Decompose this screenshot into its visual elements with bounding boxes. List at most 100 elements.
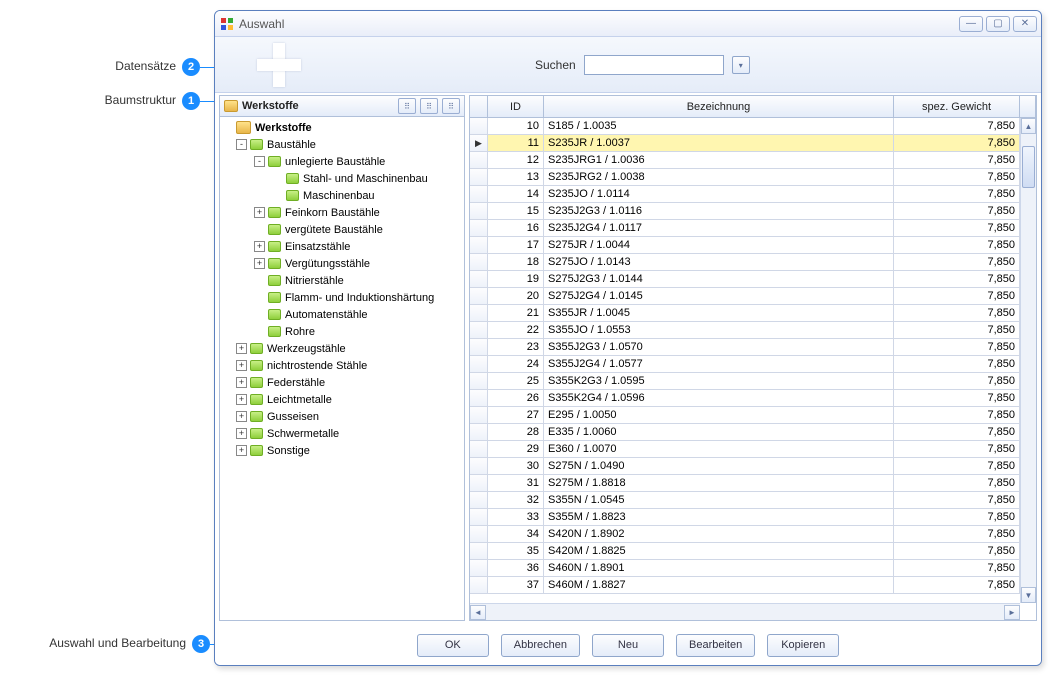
- tree-node[interactable]: +nichtrostende Stähle: [220, 357, 464, 374]
- cell-id: 29: [488, 441, 544, 457]
- tree-node[interactable]: +Federstähle: [220, 374, 464, 391]
- titlebar[interactable]: Auswahl — ▢ ✕: [215, 11, 1041, 37]
- table-row[interactable]: 24S355J2G4 / 1.05777,850: [470, 356, 1036, 373]
- table-row[interactable]: 17S275JR / 1.00447,850: [470, 237, 1036, 254]
- copy-button[interactable]: Kopieren: [767, 634, 839, 657]
- cell-id: 12: [488, 152, 544, 168]
- edit-button[interactable]: Bearbeiten: [676, 634, 755, 657]
- search-dropdown-button[interactable]: ▾: [732, 56, 750, 74]
- tree-expander[interactable]: +: [254, 241, 265, 252]
- tree-expander[interactable]: +: [254, 258, 265, 269]
- tree-node[interactable]: Nitrierstähle: [220, 272, 464, 289]
- table-row[interactable]: 15S235J2G3 / 1.01167,850: [470, 203, 1036, 220]
- tree-node[interactable]: +Einsatzstähle: [220, 238, 464, 255]
- tree-expander[interactable]: -: [254, 156, 265, 167]
- tree-node[interactable]: vergütete Baustähle: [220, 221, 464, 238]
- table-row[interactable]: 14S235JO / 1.01147,850: [470, 186, 1036, 203]
- minimize-button[interactable]: —: [959, 16, 983, 32]
- close-button[interactable]: ✕: [1013, 16, 1037, 32]
- tree-expander[interactable]: +: [236, 428, 247, 439]
- col-id[interactable]: ID: [488, 96, 544, 117]
- horizontal-scrollbar[interactable]: ◄ ►: [470, 603, 1020, 620]
- table-body[interactable]: 10S185 / 1.00357,850▶11S235JR / 1.00377,…: [470, 118, 1036, 620]
- table-row[interactable]: 25S355K2G3 / 1.05957,850: [470, 373, 1036, 390]
- tree-body[interactable]: Werkstoffe -Baustähle-unlegierte Baustäh…: [219, 117, 465, 621]
- row-marker: [470, 118, 488, 134]
- tree-expander[interactable]: +: [236, 445, 247, 456]
- scroll-left-button[interactable]: ◄: [470, 605, 486, 620]
- tree-expander[interactable]: -: [236, 139, 247, 150]
- tree-node[interactable]: +Werkzeugstähle: [220, 340, 464, 357]
- tree-node[interactable]: +Sonstige: [220, 442, 464, 459]
- table-row[interactable]: 20S275J2G4 / 1.01457,850: [470, 288, 1036, 305]
- table-row[interactable]: 31S275M / 1.88187,850: [470, 475, 1036, 492]
- tree-root[interactable]: Werkstoffe: [220, 119, 464, 136]
- table-row[interactable]: 33S355M / 1.88237,850: [470, 509, 1036, 526]
- table-row[interactable]: 10S185 / 1.00357,850: [470, 118, 1036, 135]
- table-row[interactable]: 19S275J2G3 / 1.01447,850: [470, 271, 1036, 288]
- tree-node[interactable]: Stahl- und Maschinenbau: [220, 170, 464, 187]
- table-row[interactable]: 22S355JO / 1.05537,850: [470, 322, 1036, 339]
- tree-expander[interactable]: +: [236, 377, 247, 388]
- table-row[interactable]: 36S460N / 1.89017,850: [470, 560, 1036, 577]
- tree-expander[interactable]: +: [236, 360, 247, 371]
- tree-node[interactable]: +Schwermetalle: [220, 425, 464, 442]
- table-row[interactable]: 26S355K2G4 / 1.05967,850: [470, 390, 1036, 407]
- ok-button[interactable]: OK: [417, 634, 489, 657]
- row-marker: [470, 169, 488, 185]
- tree-node[interactable]: Flamm- und Induktionshärtung: [220, 289, 464, 306]
- table-row[interactable]: 37S460M / 1.88277,850: [470, 577, 1036, 594]
- table-row[interactable]: 23S355J2G3 / 1.05707,850: [470, 339, 1036, 356]
- table-row[interactable]: 30S275N / 1.04907,850: [470, 458, 1036, 475]
- cell-bezeichnung: S355J2G4 / 1.0577: [544, 356, 894, 372]
- col-marker[interactable]: [470, 96, 488, 117]
- table-row[interactable]: 12S235JRG1 / 1.00367,850: [470, 152, 1036, 169]
- cancel-button[interactable]: Abbrechen: [501, 634, 580, 657]
- table-row[interactable]: 29E360 / 1.00707,850: [470, 441, 1036, 458]
- new-record-icon[interactable]: [257, 43, 301, 87]
- folder-icon: [250, 377, 263, 388]
- table-row[interactable]: 32S355N / 1.05457,850: [470, 492, 1036, 509]
- search-input[interactable]: [584, 55, 724, 75]
- tree-node[interactable]: +Gusseisen: [220, 408, 464, 425]
- table-row[interactable]: 35S420M / 1.88257,850: [470, 543, 1036, 560]
- tree-expander[interactable]: +: [236, 343, 247, 354]
- tree-node[interactable]: Maschinenbau: [220, 187, 464, 204]
- col-gewicht[interactable]: spez. Gewicht: [894, 96, 1020, 117]
- tree-node[interactable]: +Feinkorn Baustähle: [220, 204, 464, 221]
- vertical-scrollbar[interactable]: ▲ ▼: [1020, 118, 1036, 603]
- tree-tool-1[interactable]: ⠿: [398, 98, 416, 114]
- table-row[interactable]: 18S275JO / 1.01437,850: [470, 254, 1036, 271]
- tree-node[interactable]: -Baustähle: [220, 136, 464, 153]
- scroll-up-button[interactable]: ▲: [1021, 118, 1036, 134]
- table-row[interactable]: 21S355JR / 1.00457,850: [470, 305, 1036, 322]
- tree-node[interactable]: +Leichtmetalle: [220, 391, 464, 408]
- maximize-button[interactable]: ▢: [986, 16, 1010, 32]
- table-row[interactable]: 34S420N / 1.89027,850: [470, 526, 1036, 543]
- tree-node[interactable]: -unlegierte Baustähle: [220, 153, 464, 170]
- scroll-thumb[interactable]: [1022, 146, 1035, 188]
- tree-expander[interactable]: +: [236, 394, 247, 405]
- tree-expander[interactable]: +: [254, 207, 265, 218]
- col-bezeichnung[interactable]: Bezeichnung: [544, 96, 894, 117]
- table-row[interactable]: ▶11S235JR / 1.00377,850: [470, 135, 1036, 152]
- tree-node-label: Vergütungsstähle: [285, 258, 370, 270]
- tree-node[interactable]: + Vergütungsstähle: [220, 255, 464, 272]
- tree-tool-3[interactable]: ⠿: [442, 98, 460, 114]
- tree-expander[interactable]: +: [236, 411, 247, 422]
- table-row[interactable]: 27E295 / 1.00507,850: [470, 407, 1036, 424]
- scroll-down-button[interactable]: ▼: [1021, 587, 1036, 603]
- cell-bezeichnung: S235JRG2 / 1.0038: [544, 169, 894, 185]
- tree-node[interactable]: Rohre: [220, 323, 464, 340]
- tree-node[interactable]: Automatenstähle: [220, 306, 464, 323]
- cell-bezeichnung: S235J2G3 / 1.0116: [544, 203, 894, 219]
- cell-gewicht: 7,850: [894, 390, 1020, 406]
- cell-gewicht: 7,850: [894, 373, 1020, 389]
- table-row[interactable]: 16S235J2G4 / 1.01177,850: [470, 220, 1036, 237]
- table-row[interactable]: 13S235JRG2 / 1.00387,850: [470, 169, 1036, 186]
- table-row[interactable]: 28E335 / 1.00607,850: [470, 424, 1036, 441]
- scroll-right-button[interactable]: ►: [1004, 605, 1020, 620]
- folder-icon: [250, 445, 263, 456]
- tree-tool-2[interactable]: ⠿: [420, 98, 438, 114]
- new-button[interactable]: Neu: [592, 634, 664, 657]
